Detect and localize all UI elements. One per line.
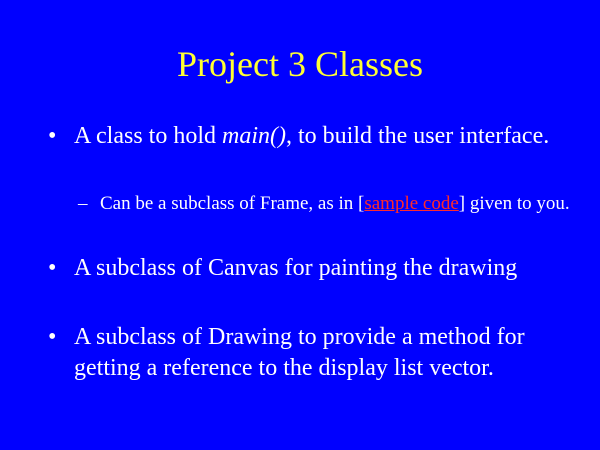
bullet-marker: • [48,123,57,149]
bullet-text: A subclass of Drawing to provide a metho… [74,324,525,381]
bullet-text: A class to hold main(), to build the use… [74,121,564,152]
sub-bullet-text-after: ] given to you. [458,193,570,214]
bullet-marker: • [48,324,57,350]
bullet-item-main-class: • A class to hold main(), to build the u… [0,121,600,183]
bullet-text-before: A class to hold [74,123,222,149]
bullet-text-emphasis: main() [222,123,286,149]
sub-bullet-text-before: Can be a subclass of Frame, as in [ [100,193,365,214]
bullet-text-after: , to build the user interface. [285,123,550,149]
bullet-text: A subclass of Canvas for painting the dr… [74,255,518,281]
sample-code-link[interactable]: sample code [364,193,458,214]
bullet-item-drawing: • A subclass of Drawing to provide a met… [0,322,600,415]
sub-bullet-item-frame: – Can be a subclass of Frame, as in [sam… [0,191,600,243]
bullet-item-canvas: • A subclass of Canvas for painting the … [0,253,600,315]
slide-title: Project 3 Classes [177,44,423,84]
sub-bullet-text: Can be a subclass of Frame, as in [sampl… [100,191,570,217]
slide: Project 3 Classes • A class to hold main… [0,0,600,450]
sub-bullet-marker: – [78,193,88,214]
bullet-marker: • [48,255,57,281]
